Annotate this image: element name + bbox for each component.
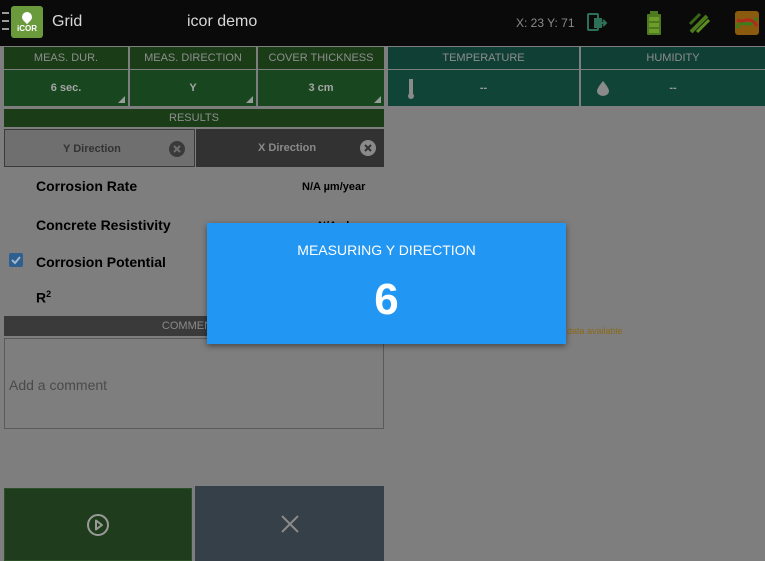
app-logo: iCOR (11, 6, 43, 38)
cover-thickness-value: 3 cm (308, 82, 334, 94)
results-header: RESULTS (4, 109, 384, 127)
temperature-header: TEMPERATURE (388, 47, 579, 69)
r-squared-label: R2 (36, 289, 52, 306)
measuring-dialog: MEASURING Y DIRECTION 6 (207, 223, 566, 344)
humidity-value: -- (669, 82, 677, 94)
map-icon[interactable] (734, 10, 760, 36)
meas-direction-value: Y (189, 82, 197, 94)
sync-icon[interactable] (585, 10, 611, 36)
corrosion-rate-value: N/A µm/year (302, 181, 366, 193)
thermometer-icon (408, 79, 414, 99)
close-icon (280, 514, 299, 533)
meas-duration-select[interactable]: 6 sec. (4, 70, 128, 106)
cover-thickness-select[interactable]: 3 cm (258, 70, 384, 106)
corrosion-rate-label: Corrosion Rate (36, 178, 138, 194)
humidity-header: HUMIDITY (581, 47, 765, 69)
meas-duration-value: 6 sec. (50, 82, 82, 94)
tab-y-direction[interactable]: Y Direction (4, 129, 195, 167)
comment-placeholder: Add a comment (9, 377, 108, 393)
measuring-countdown: 6 (374, 275, 399, 324)
dropdown-corner-icon (374, 96, 381, 103)
corrosion-potential-checkbox[interactable] (9, 253, 23, 267)
comment-input[interactable]: Add a comment (4, 338, 384, 429)
menu-icon[interactable] (2, 12, 9, 30)
top-bar: iCOR Grid icor demo X: 23 Y: 71 (0, 0, 765, 46)
measuring-dialog-title: MEASURING Y DIRECTION (297, 242, 476, 258)
tab-y-label: Y Direction (63, 143, 121, 155)
meas-direction-header: MEAS. DIRECTION (130, 47, 256, 69)
battery-icon (647, 11, 661, 35)
logo-text: iCOR (17, 24, 37, 33)
tab-x-direction[interactable]: X Direction (196, 129, 384, 167)
dropdown-corner-icon (118, 96, 125, 103)
concrete-resistivity-label: Concrete Resistivity (36, 217, 171, 233)
humidity-readout: -- (581, 70, 765, 106)
close-circle-icon[interactable] (360, 140, 376, 156)
cancel-measurement-button[interactable] (195, 486, 384, 561)
play-circle-icon (87, 513, 109, 536)
droplet-icon (597, 81, 609, 96)
app-title: Grid (52, 13, 83, 30)
temperature-value: -- (479, 82, 488, 94)
meas-direction-select[interactable]: Y (130, 70, 256, 106)
no-data-text: data available (567, 326, 623, 336)
signal-icon (688, 12, 711, 34)
start-measurement-button[interactable] (4, 488, 192, 561)
dropdown-corner-icon (246, 96, 253, 103)
temperature-readout: -- (388, 70, 579, 106)
corrosion-potential-label: Corrosion Potential (36, 254, 166, 270)
coordinates-readout: X: 23 Y: 71 (516, 16, 575, 30)
meas-duration-header: MEAS. DUR. (4, 47, 128, 69)
tab-x-label: X Direction (258, 142, 317, 154)
close-circle-icon[interactable] (169, 141, 185, 157)
cover-thickness-header: COVER THICKNESS (258, 47, 384, 69)
project-title: icor demo (187, 13, 258, 30)
